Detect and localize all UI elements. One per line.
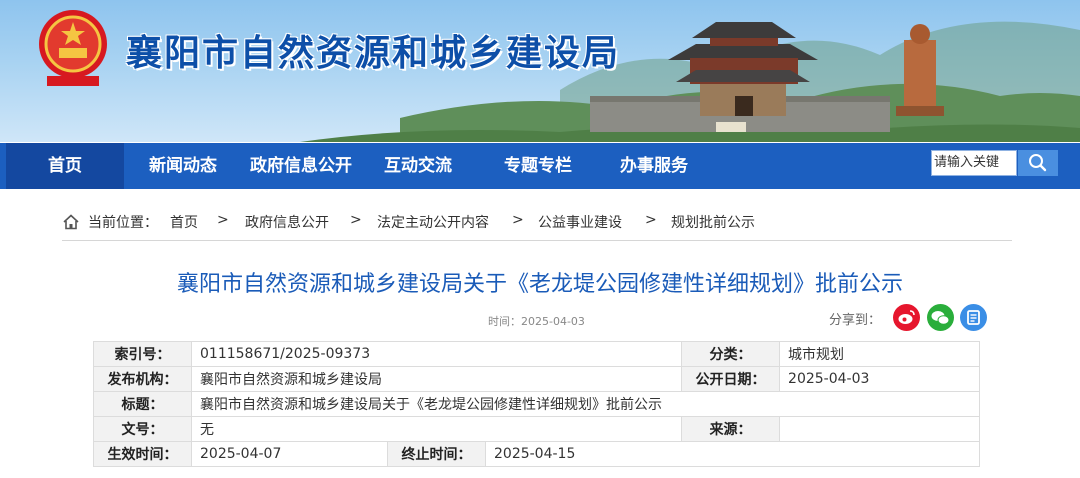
nav-home[interactable]: 首页	[6, 143, 124, 189]
breadcrumb: 当前位置： 首页 > 政府信息公开 > 法定主动公开内容 > 公益事业建设 > …	[62, 210, 1012, 241]
home-icon	[63, 214, 79, 230]
qzone-share-button[interactable]	[960, 304, 987, 331]
publish-date-label: 公开日期：	[681, 366, 781, 392]
breadcrumb-planning-notice[interactable]: 规划批前公示	[671, 212, 755, 232]
weibo-share-button[interactable]	[893, 304, 920, 331]
subject-label: 标题：	[93, 391, 192, 417]
publish-date-value: 2025-04-03	[779, 366, 981, 392]
breadcrumb-separator: >	[512, 212, 524, 228]
breadcrumb-statutory-content[interactable]: 法定主动公开内容	[377, 212, 489, 232]
search-button[interactable]	[1018, 150, 1058, 176]
publish-time: 时间：2025-04-03	[488, 315, 585, 328]
category-value: 城市规划	[779, 341, 981, 367]
document-number-label: 文号：	[93, 416, 192, 442]
nav-interaction[interactable]: 互动交流	[372, 143, 464, 189]
document-meta-table: 索引号： 011158671/2025-09373 分类： 城市规划 发布机构：…	[93, 341, 981, 467]
site-title: 襄阳市自然资源和城乡建设局	[126, 33, 621, 74]
end-date-value: 2025-04-15	[484, 441, 981, 467]
header-banner: 襄阳市自然资源和城乡建设局	[0, 0, 1080, 142]
table-row: 发布机构： 襄阳市自然资源和城乡建设局 公开日期： 2025-04-03	[93, 366, 981, 392]
index-number-value: 011158671/2025-09373	[190, 341, 683, 367]
national-emblem-icon	[39, 10, 107, 86]
search-input[interactable]	[932, 151, 1016, 174]
category-label: 分类：	[681, 341, 781, 367]
breadcrumb-gov-info[interactable]: 政府信息公开	[245, 212, 329, 232]
index-number-label: 索引号：	[93, 341, 192, 367]
table-row: 生效时间： 2025-04-07 终止时间： 2025-04-15	[93, 441, 981, 467]
subject-value: 襄阳市自然资源和城乡建设局关于《老龙堤公园修建性详细规划》批前公示	[190, 391, 981, 417]
table-row: 标题： 襄阳市自然资源和城乡建设局关于《老龙堤公园修建性详细规划》批前公示	[93, 391, 981, 417]
main-nav: 首页 新闻动态 政府信息公开 互动交流 专题专栏 办事服务	[0, 142, 1080, 189]
table-row: 索引号： 011158671/2025-09373 分类： 城市规划	[93, 341, 981, 367]
article-title: 襄阳市自然资源和城乡建设局关于《老龙堤公园修建性详细规划》批前公示	[176, 272, 903, 297]
wechat-share-button[interactable]	[927, 304, 954, 331]
publisher-value: 襄阳市自然资源和城乡建设局	[190, 366, 683, 392]
table-row: 文号： 无 来源：	[93, 416, 981, 442]
share-label: 分享到：	[829, 313, 882, 328]
search-box	[931, 150, 1017, 176]
publisher-label: 发布机构：	[93, 366, 192, 392]
breadcrumb-public-welfare[interactable]: 公益事业建设	[538, 212, 622, 232]
weibo-icon	[898, 310, 915, 324]
effective-date-value: 2025-04-07	[191, 441, 388, 467]
breadcrumb-prefix: 当前位置：	[88, 215, 158, 231]
breadcrumb-separator: >	[217, 212, 229, 228]
search-icon	[1029, 154, 1047, 172]
wechat-icon	[931, 311, 950, 325]
breadcrumb-separator: >	[645, 212, 657, 228]
document-number-value: 无	[190, 416, 683, 442]
effective-date-label: 生效时间：	[93, 441, 192, 467]
nav-news[interactable]: 新闻动态	[134, 143, 232, 189]
share-star-icon	[967, 310, 980, 325]
breadcrumb-separator: >	[350, 212, 362, 228]
nav-special-topics[interactable]: 专题专栏	[488, 143, 588, 189]
breadcrumb-home[interactable]: 首页	[170, 212, 198, 232]
nav-services[interactable]: 办事服务	[606, 143, 702, 189]
end-date-label: 终止时间：	[387, 441, 486, 467]
nav-gov-info[interactable]: 政府信息公开	[240, 143, 362, 189]
source-value	[779, 416, 981, 442]
source-label: 来源：	[681, 416, 781, 442]
